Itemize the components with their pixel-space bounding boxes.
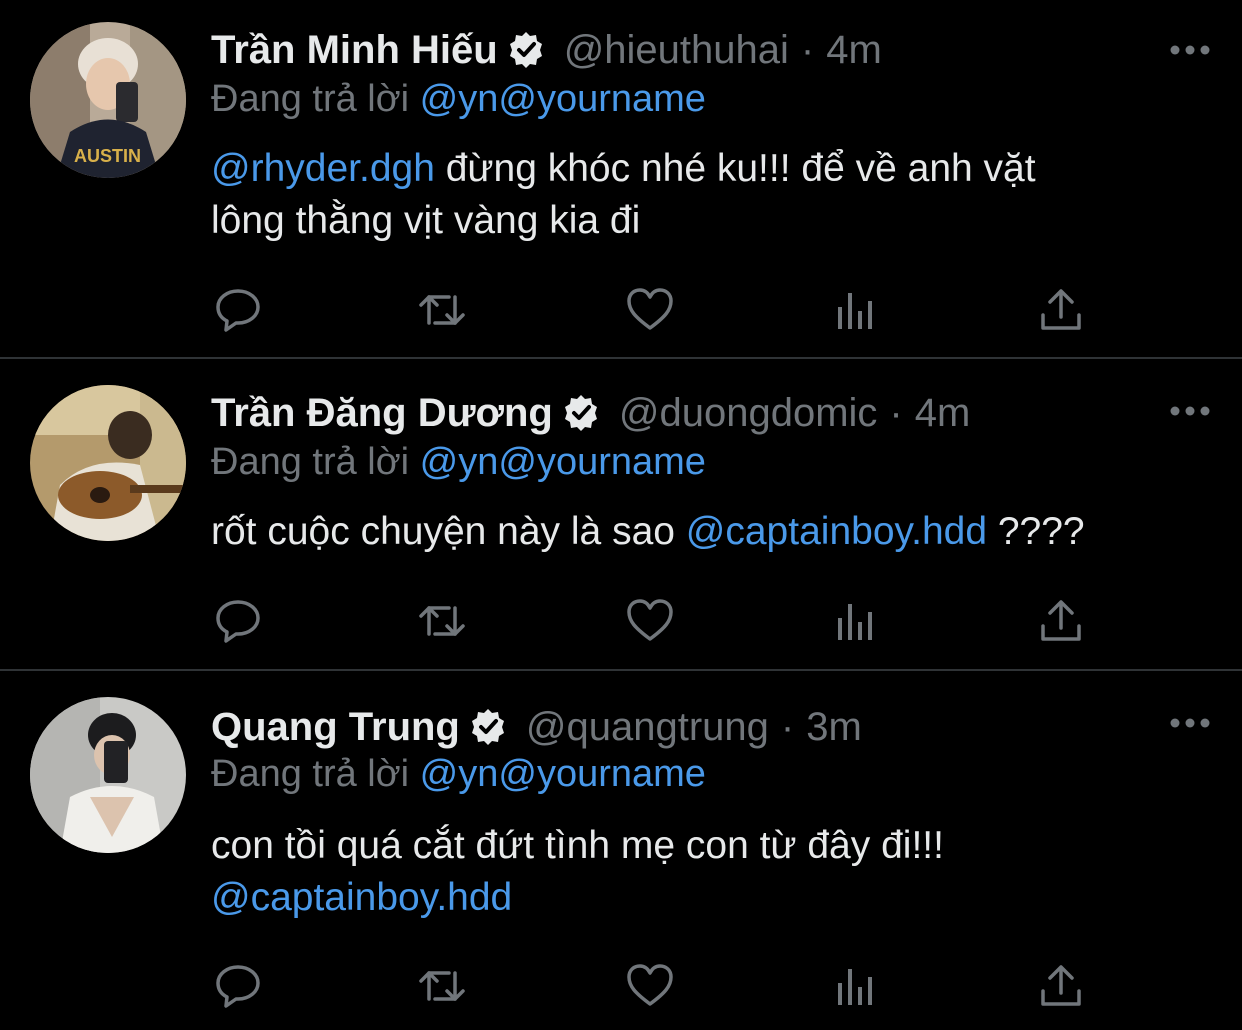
avatar[interactable] — [30, 697, 186, 853]
reply-icon[interactable] — [213, 596, 263, 646]
tweet-text: đừng khóc nhé ku!!! để về anh vặt — [434, 147, 1036, 190]
separator-dot: · — [889, 390, 903, 435]
avatar[interactable] — [30, 385, 186, 541]
tweet[interactable]: Quang Trung @quangtrung · 3m Đang trả lờ… — [0, 671, 1242, 1030]
reply-icon[interactable] — [213, 285, 263, 335]
avatar-photo-icon — [30, 697, 186, 853]
reply-context: Đang trả lời @yn@yourname — [211, 441, 706, 484]
timestamp[interactable]: 4m — [826, 28, 882, 73]
tweet-body: @rhyder.dgh đừng khóc nhé ku!!! để về an… — [211, 143, 1201, 247]
tweet-body: rốt cuộc chuyện này là sao @captainboy.h… — [211, 506, 1201, 558]
svg-text:AUSTIN: AUSTIN — [74, 146, 141, 166]
tweet-text: con tồi quá cắt đứt tình mẹ con từ đây đ… — [211, 824, 944, 867]
avatar[interactable]: AUSTIN — [30, 22, 186, 178]
tweet-actions — [0, 596, 1242, 646]
tweet-actions — [0, 285, 1242, 335]
analytics-icon[interactable] — [831, 596, 881, 646]
reply-prefix: Đang trả lời — [211, 441, 410, 483]
mention-link[interactable]: @captainboy.hdd — [686, 510, 987, 553]
retweet-icon[interactable] — [417, 285, 467, 335]
timestamp[interactable]: 4m — [915, 391, 971, 436]
avatar-photo-icon: AUSTIN — [30, 22, 186, 178]
more-options-icon[interactable] — [1168, 40, 1212, 60]
display-name[interactable]: Trần Đăng Dương — [211, 391, 553, 436]
tweet-text: ???? — [987, 510, 1085, 553]
reply-context: Đang trả lời @yn@yourname — [211, 753, 706, 796]
timestamp[interactable]: 3m — [806, 705, 862, 750]
mention-link[interactable]: @rhyder.dgh — [211, 147, 435, 190]
heart-icon[interactable] — [625, 961, 675, 1011]
separator-dot: · — [780, 704, 795, 749]
handle[interactable]: @duongdomic — [619, 391, 878, 436]
reply-to-mention[interactable]: @yn@yourname — [420, 441, 706, 483]
more-options-icon[interactable] — [1168, 401, 1212, 421]
tweet-text: rốt cuộc chuyện này là sao — [211, 510, 686, 553]
analytics-icon[interactable] — [831, 285, 881, 335]
separator-dot: · — [800, 27, 815, 72]
handle[interactable]: @hieuthuhai — [564, 28, 789, 73]
avatar-photo-icon — [30, 385, 186, 541]
tweet-body: con tồi quá cắt đứt tình mẹ con từ đây đ… — [211, 820, 1201, 924]
handle[interactable]: @quangtrung — [526, 705, 769, 750]
share-icon[interactable] — [1036, 285, 1086, 335]
reply-to-mention[interactable]: @yn@yourname — [420, 78, 706, 120]
share-icon[interactable] — [1036, 596, 1086, 646]
display-name[interactable]: Trần Minh Hiếu — [211, 28, 498, 73]
heart-icon[interactable] — [625, 285, 675, 335]
reply-prefix: Đang trả lời — [211, 753, 410, 795]
tweet-header: Trần Minh Hiếu @hieuthuhai · 4m — [211, 20, 882, 80]
mention-link[interactable]: @captainboy.hdd — [211, 876, 512, 919]
verified-badge-icon — [561, 393, 601, 433]
tweet-feed: AUSTIN Trần Minh Hiếu @hieuthuhai · 4m Đ… — [0, 0, 1242, 1030]
reply-context: Đang trả lời @yn@yourname — [211, 78, 706, 121]
analytics-icon[interactable] — [831, 961, 881, 1011]
tweet[interactable]: Trần Đăng Dương @duongdomic · 4m Đang tr… — [0, 359, 1242, 669]
retweet-icon[interactable] — [417, 596, 467, 646]
verified-badge-icon — [506, 30, 546, 70]
reply-icon[interactable] — [213, 961, 263, 1011]
tweet-header: Quang Trung @quangtrung · 3m — [211, 697, 862, 757]
verified-badge-icon — [468, 707, 508, 747]
more-options-icon[interactable] — [1168, 713, 1212, 733]
reply-prefix: Đang trả lời — [211, 78, 410, 120]
heart-icon[interactable] — [625, 596, 675, 646]
tweet-text: lông thằng vịt vàng kia đi — [211, 199, 641, 242]
tweet-actions — [0, 961, 1242, 1011]
display-name[interactable]: Quang Trung — [211, 705, 460, 750]
tweet-header: Trần Đăng Dương @duongdomic · 4m — [211, 383, 970, 443]
reply-to-mention[interactable]: @yn@yourname — [420, 753, 706, 795]
tweet[interactable]: AUSTIN Trần Minh Hiếu @hieuthuhai · 4m Đ… — [0, 0, 1242, 357]
retweet-icon[interactable] — [417, 961, 467, 1011]
share-icon[interactable] — [1036, 961, 1086, 1011]
